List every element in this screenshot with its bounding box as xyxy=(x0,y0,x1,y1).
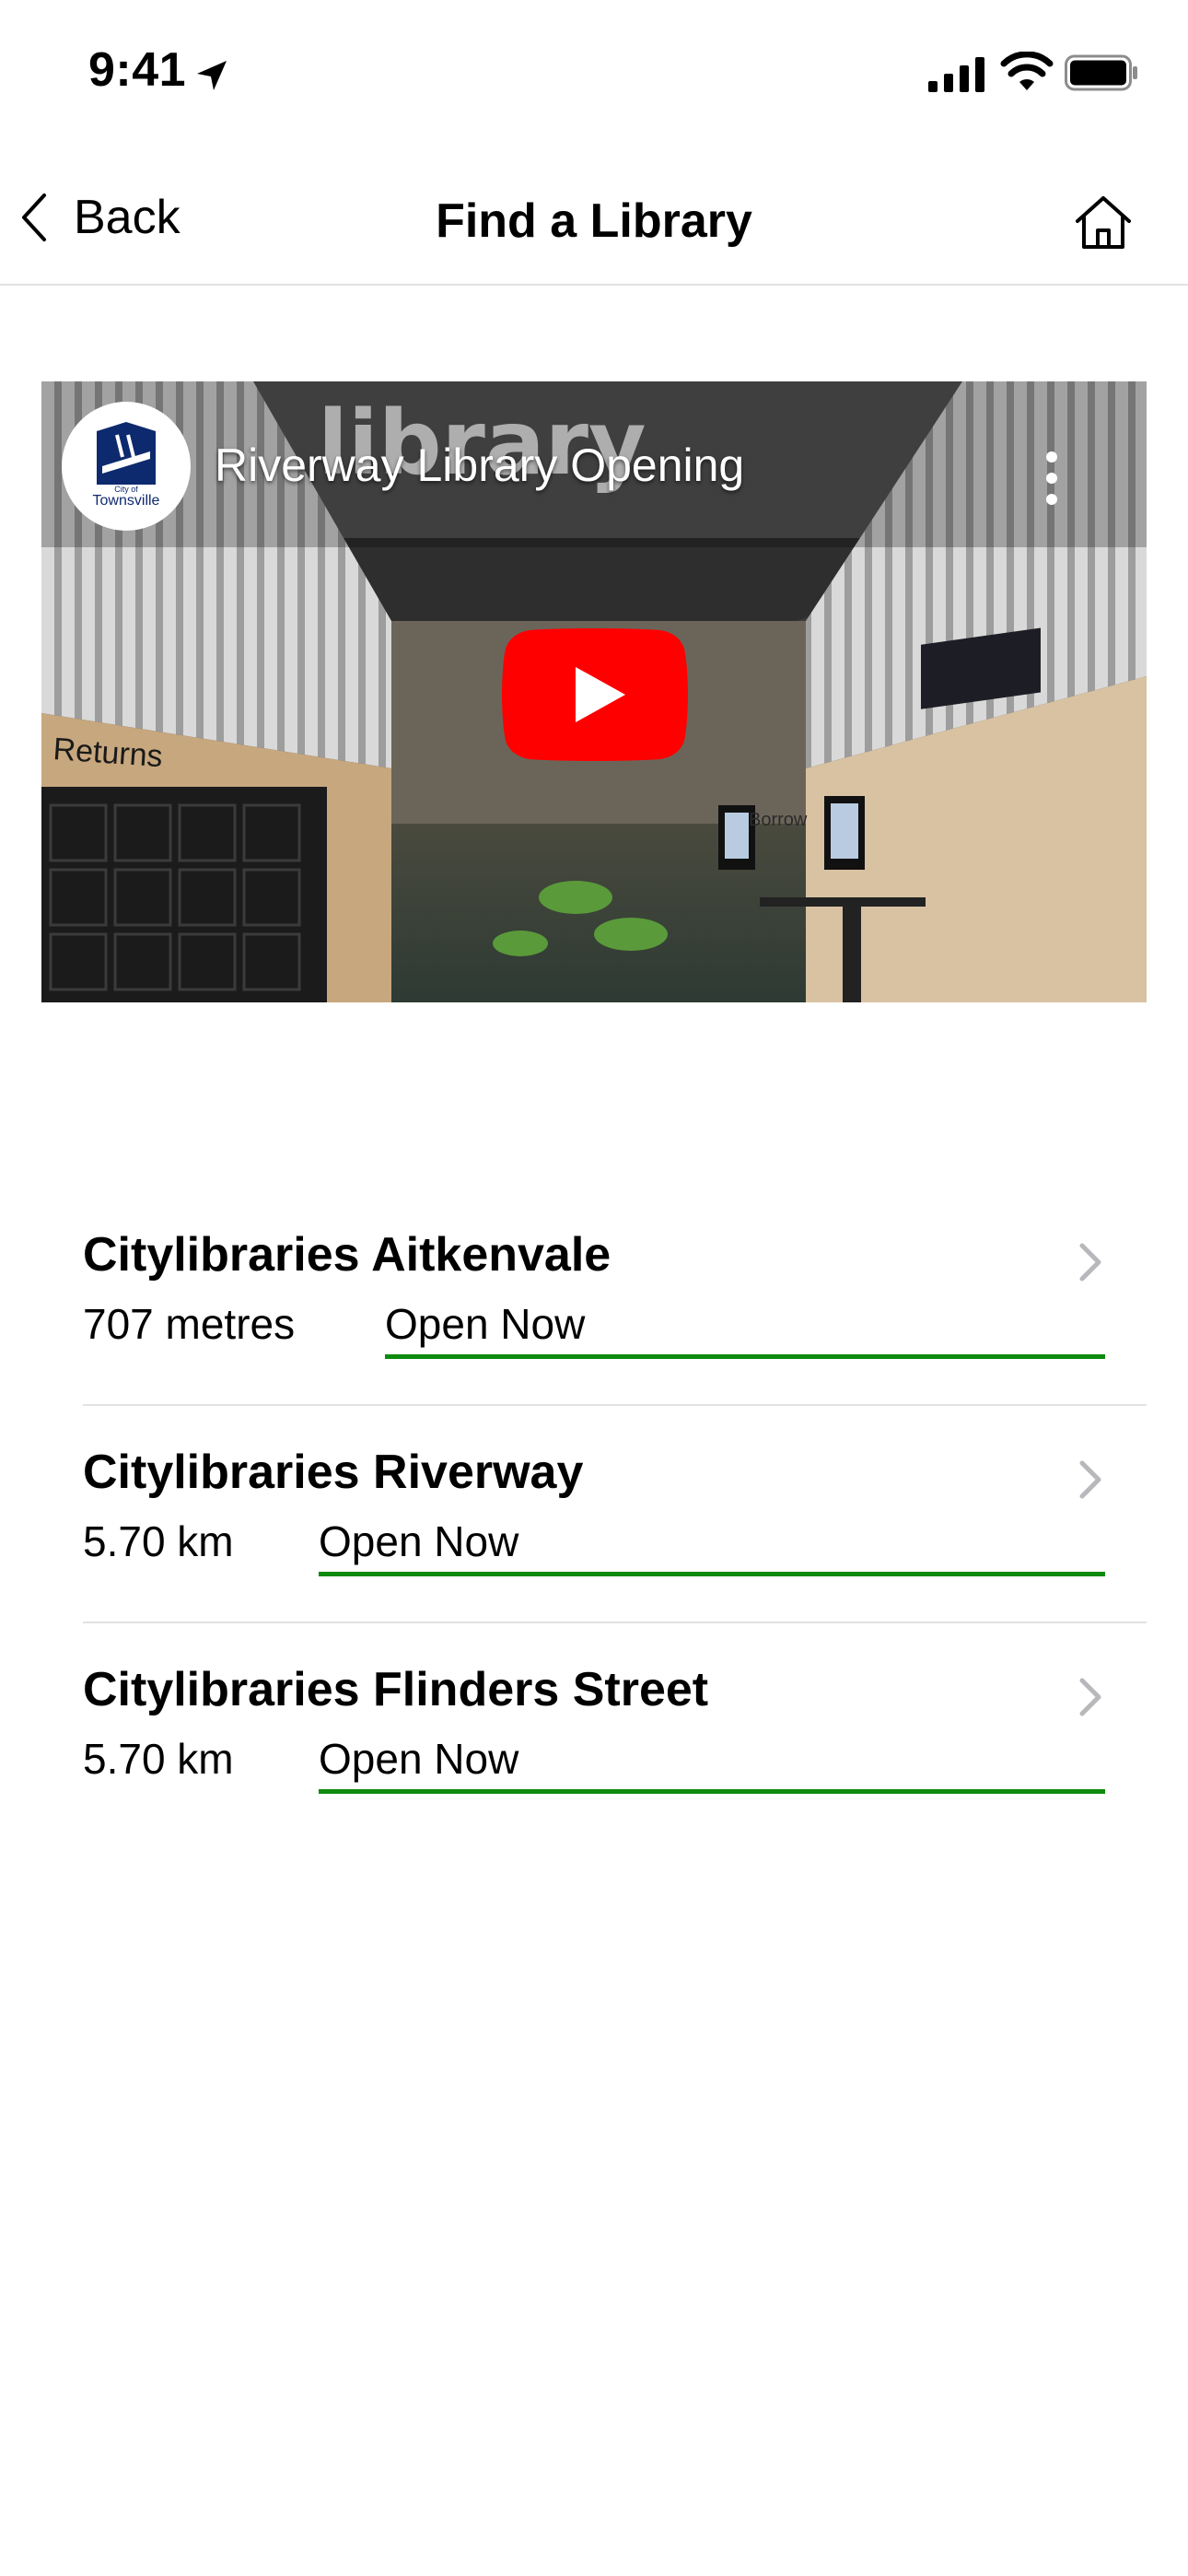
library-distance: 5.70 km xyxy=(83,1517,234,1565)
library-list: Citylibraries Aitkenvale 707 metres Open… xyxy=(0,1188,1188,1841)
video-title[interactable]: Riverway Library Opening xyxy=(215,439,744,492)
status-indicator-bar xyxy=(385,1354,1105,1359)
status-indicator-bar xyxy=(319,1789,1105,1794)
chevron-right-icon xyxy=(1079,1460,1101,1499)
home-icon[interactable] xyxy=(1072,193,1135,251)
borrow-sign-text: Borrow xyxy=(749,810,808,830)
video-player[interactable]: library Returns Borrow Townsville City o… xyxy=(41,381,1147,1002)
chevron-right-icon xyxy=(1079,1243,1101,1282)
channel-logo[interactable]: Townsville City of xyxy=(62,402,191,531)
library-distance: 707 metres xyxy=(83,1300,296,1348)
battery-icon xyxy=(1065,54,1137,91)
cellular-signal-icon xyxy=(928,57,984,92)
library-status: Open Now xyxy=(319,1517,519,1565)
svg-text:City of: City of xyxy=(114,485,138,494)
location-arrow-icon xyxy=(197,61,227,90)
status-time: 9:41 xyxy=(88,43,187,97)
library-item[interactable]: Citylibraries Riverway 5.70 km Open Now xyxy=(0,1406,1188,1623)
status-indicator-bar xyxy=(319,1572,1105,1576)
library-distance: 5.70 km xyxy=(83,1735,234,1783)
townsville-logo-icon: Townsville City of xyxy=(93,422,160,509)
library-item[interactable]: Citylibraries Aitkenvale 707 metres Open… xyxy=(0,1188,1188,1406)
navigation-bar: Back Find a Library xyxy=(0,147,1188,286)
chevron-right-icon xyxy=(1079,1678,1101,1716)
more-options-icon[interactable] xyxy=(1038,446,1066,510)
library-name: Citylibraries Flinders Street xyxy=(83,1663,709,1716)
page-title: Find a Library xyxy=(436,194,752,248)
library-status: Open Now xyxy=(319,1735,519,1783)
library-item[interactable]: Citylibraries Flinders Street 5.70 km Op… xyxy=(0,1623,1188,1841)
youtube-play-icon[interactable] xyxy=(500,628,690,761)
library-status: Open Now xyxy=(385,1300,586,1348)
library-name: Citylibraries Aitkenvale xyxy=(83,1228,611,1282)
svg-text:Townsville: Townsville xyxy=(93,493,160,509)
status-bar: 9:41 xyxy=(0,0,1188,147)
library-name: Citylibraries Riverway xyxy=(83,1446,584,1499)
wifi-icon xyxy=(1000,52,1054,90)
